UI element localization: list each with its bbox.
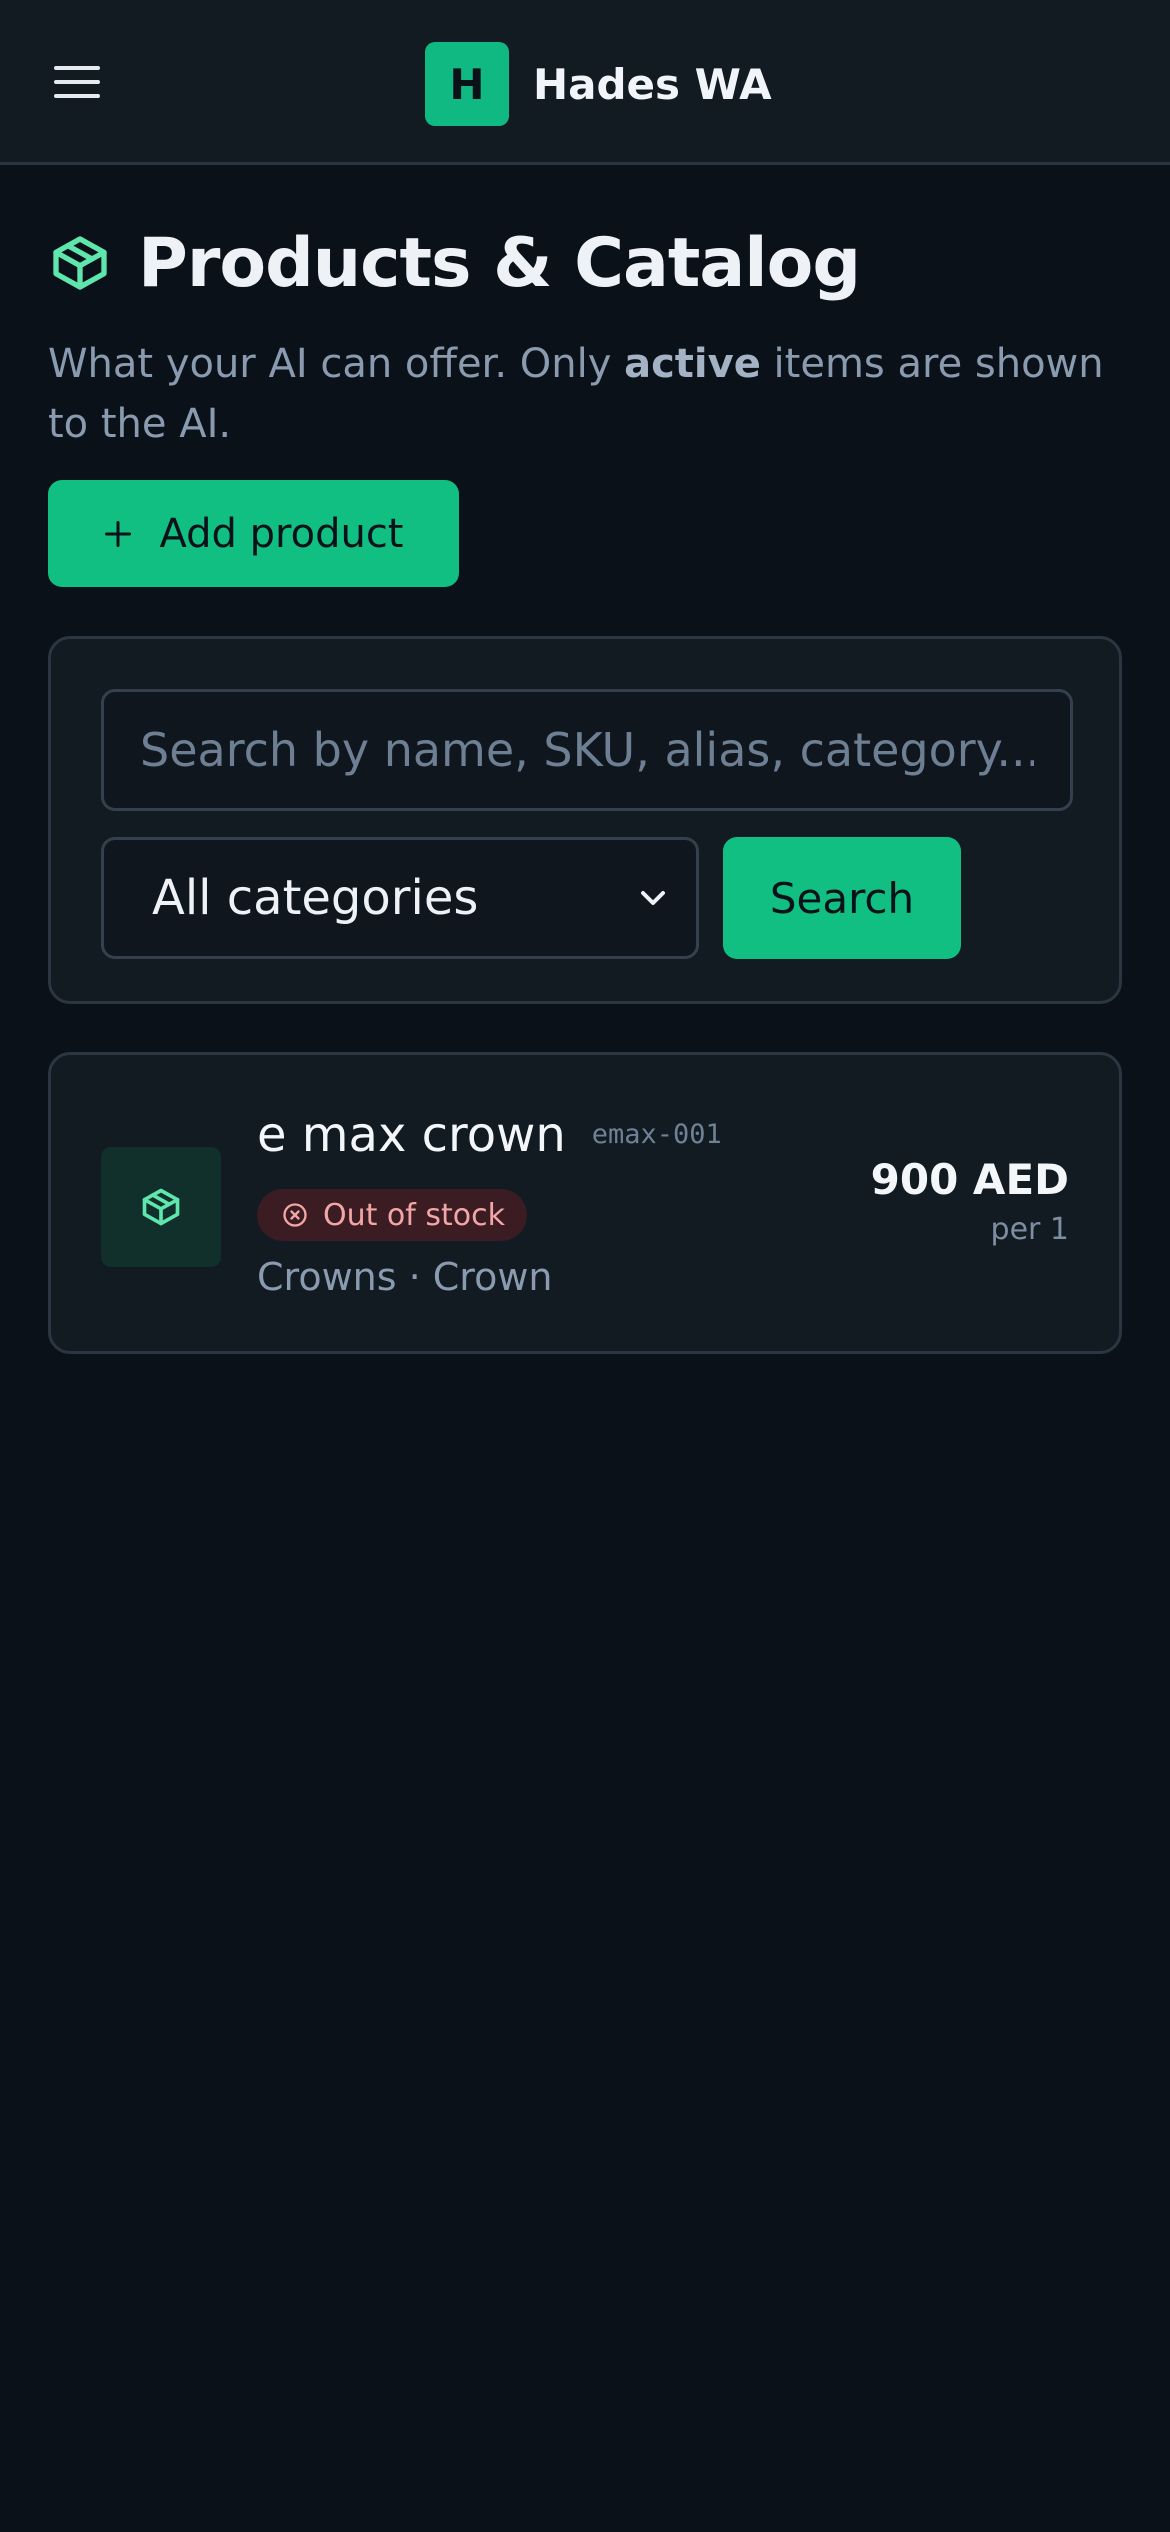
status-badge-label: Out of stock bbox=[323, 1197, 505, 1233]
x-circle-icon bbox=[283, 1203, 307, 1227]
product-category: Crowns · Crown bbox=[257, 1255, 553, 1299]
title-row: Products & Catalog bbox=[48, 220, 1122, 306]
product-sku: emax-001 bbox=[591, 1119, 722, 1150]
app-name: Hades WA bbox=[533, 59, 772, 109]
package-icon bbox=[53, 236, 107, 290]
package-icon bbox=[142, 1188, 180, 1226]
product-card[interactable]: e max crown emax-001 Out of stock Crowns… bbox=[48, 1052, 1122, 1354]
top-app-bar: H Hades WA bbox=[0, 0, 1170, 165]
price-value: 900 AED bbox=[870, 1155, 1069, 1204]
chevron-down-icon bbox=[641, 891, 665, 905]
subtitle-emphasis: active bbox=[624, 341, 761, 387]
product-name: e max crown bbox=[257, 1107, 566, 1163]
brand[interactable]: H Hades WA bbox=[425, 42, 772, 126]
category-select-value: All categories bbox=[152, 870, 479, 926]
page-title: Products & Catalog bbox=[138, 223, 861, 303]
product-price: 900 AED per 1 bbox=[871, 1155, 1069, 1247]
product-thumbnail bbox=[101, 1147, 221, 1267]
page-header: Products & Catalog What your AI can offe… bbox=[48, 220, 1122, 454]
brand-logo: H bbox=[425, 42, 509, 126]
price-unit: per 1 bbox=[990, 1212, 1069, 1247]
category-select[interactable]: All categories bbox=[101, 837, 699, 959]
product-info: e max crown emax-001 Out of stock Crowns… bbox=[257, 1107, 722, 1299]
status-badge: Out of stock bbox=[257, 1189, 527, 1241]
add-product-button[interactable]: Add product bbox=[48, 480, 459, 587]
plus-icon bbox=[105, 520, 132, 547]
hamburger-menu-icon[interactable] bbox=[46, 56, 108, 108]
product-name-row: e max crown emax-001 bbox=[257, 1107, 722, 1163]
search-button[interactable]: Search bbox=[723, 837, 961, 959]
add-product-label: Add product bbox=[159, 510, 404, 557]
filter-card: All categories Search bbox=[48, 636, 1122, 1004]
search-input[interactable] bbox=[101, 689, 1073, 811]
subtitle-text-start: What your AI can offer. Only bbox=[48, 341, 625, 387]
page-subtitle: What your AI can offer. Only active item… bbox=[48, 334, 1122, 454]
